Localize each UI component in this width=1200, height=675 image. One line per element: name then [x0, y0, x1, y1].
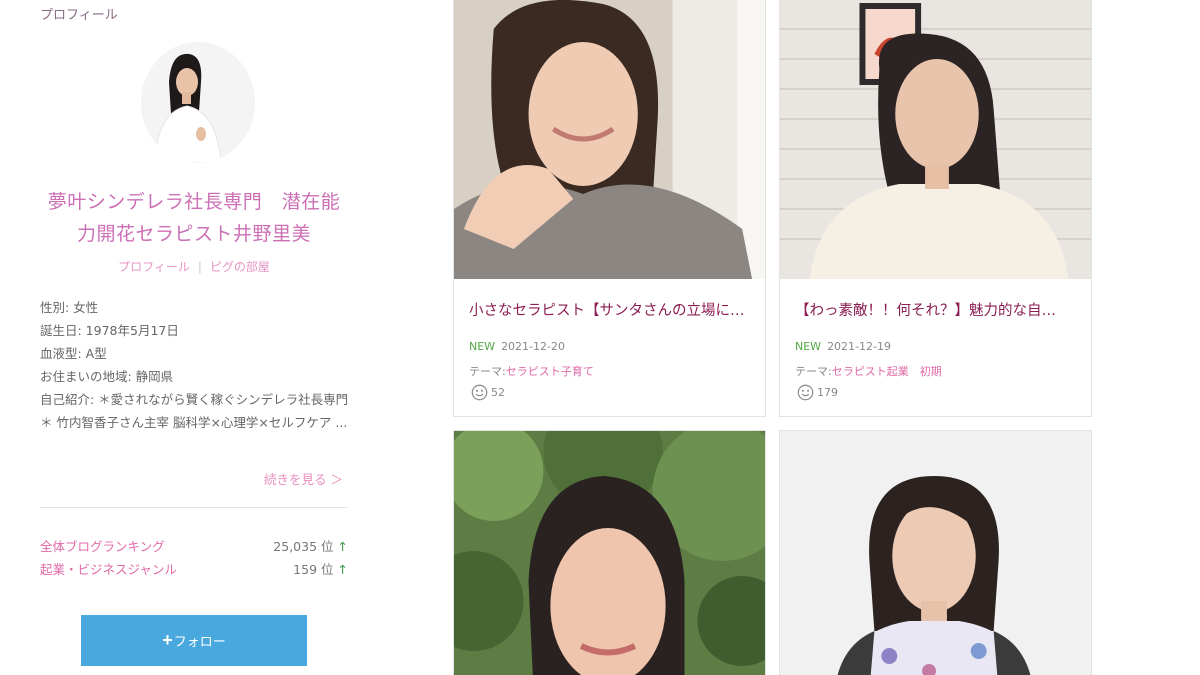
smile-icon: [471, 384, 488, 401]
ranking-name[interactable]: 起業・ビジネスジャンル: [40, 558, 177, 581]
new-badge: NEW: [795, 340, 822, 353]
theme-label: テーマ:: [795, 365, 832, 378]
article-theme-row: テーマ:セラピスト子育て: [469, 363, 594, 379]
divider: [40, 507, 348, 508]
theme-label: テーマ:: [469, 365, 506, 378]
blog-title[interactable]: 夢叶シンデレラ社長専門 潜在能力開花セラピスト井野里美: [40, 186, 348, 250]
profile-sidebar: プロフィール 夢叶シンデレラ社長専門 潜在能力開花セラピスト井野里美 プロフィー…: [0, 0, 390, 675]
link-separator: |: [197, 260, 202, 274]
location-text: お住まいの地域: 静岡県: [40, 369, 174, 384]
article-photo: [780, 0, 1091, 279]
article-card[interactable]: [453, 430, 766, 675]
article-date-row: NEW 2021-12-19: [795, 340, 891, 353]
article-title[interactable]: 【わっ素敵！！何それ？】魅力的な自…: [795, 299, 1077, 320]
profile-avatar[interactable]: [141, 42, 255, 163]
rank-up-icon: ↑: [337, 539, 348, 554]
article-thumbnail[interactable]: [780, 431, 1091, 675]
pigg-room-link[interactable]: ピグの部屋: [210, 260, 270, 274]
likes-count: 179: [817, 386, 838, 399]
profile-link[interactable]: プロフィール: [118, 260, 190, 274]
article-theme-row: テーマ:セラピスト起業 初期: [795, 363, 942, 379]
follow-label: フォロー: [173, 634, 226, 649]
follow-button[interactable]: + フォロー: [81, 615, 307, 666]
article-card[interactable]: [779, 430, 1092, 675]
theme-link[interactable]: セラピスト起業 初期: [832, 365, 942, 378]
likes-row[interactable]: 52: [471, 384, 505, 401]
article-title[interactable]: 小さなセラピスト【サンタさんの立場に…: [469, 299, 751, 320]
ranking-name[interactable]: 全体ブログランキング: [40, 535, 165, 558]
profile-details: 性別: 女性 誕生日: 1978年5月17日 血液型: A型 お住まいの地域: …: [40, 296, 350, 434]
article-thumbnail[interactable]: [780, 0, 1091, 279]
article-date: 2021-12-20: [501, 340, 565, 353]
article-card[interactable]: 【わっ素敵！！何それ？】魅力的な自… NEW 2021-12-19 テーマ:セラピ…: [779, 0, 1092, 417]
self-intro-text: 自己紹介: ＊愛されながら賢く稼ぐシンデレラ社長専門＊ 竹内智香子さん主宰 脳科…: [40, 392, 349, 430]
article-photo: [454, 0, 765, 279]
ranking-value: 159 位: [293, 562, 334, 577]
profile-heading: プロフィール: [40, 8, 118, 23]
likes-count: 52: [491, 386, 505, 399]
article-date-row: NEW 2021-12-20: [469, 340, 565, 353]
profile-links: プロフィール | ピグの部屋: [40, 258, 348, 275]
new-badge: NEW: [469, 340, 496, 353]
ranking-value: 25,035 位: [273, 539, 334, 554]
smile-icon: [797, 384, 814, 401]
birthday-text: 誕生日: 1978年5月17日: [40, 323, 179, 338]
ranking-list: 全体ブログランキング 25,035 位 ↑ 起業・ビジネスジャンル 159 位 ↑: [40, 535, 348, 581]
ranking-row-overall: 全体ブログランキング 25,035 位 ↑: [40, 535, 348, 558]
avatar-image: [141, 42, 255, 163]
likes-row[interactable]: 179: [797, 384, 838, 401]
article-photo: [780, 431, 1091, 675]
plus-icon: +: [162, 630, 173, 650]
article-thumbnail[interactable]: [454, 0, 765, 279]
rank-up-icon: ↑: [337, 562, 348, 577]
article-card[interactable]: 小さなセラピスト【サンタさんの立場に… NEW 2021-12-20 テーマ:セラ…: [453, 0, 766, 417]
ranking-row-genre: 起業・ビジネスジャンル 159 位 ↑: [40, 558, 348, 581]
blood-type-text: 血液型: A型: [40, 346, 107, 361]
article-thumbnail[interactable]: [454, 431, 765, 675]
gender-text: 性別: 女性: [40, 300, 99, 315]
article-photo: [454, 431, 765, 675]
theme-link[interactable]: セラピスト子育て: [506, 365, 594, 378]
read-more-link[interactable]: 続きを見る ＞: [264, 469, 343, 488]
article-date: 2021-12-19: [827, 340, 891, 353]
